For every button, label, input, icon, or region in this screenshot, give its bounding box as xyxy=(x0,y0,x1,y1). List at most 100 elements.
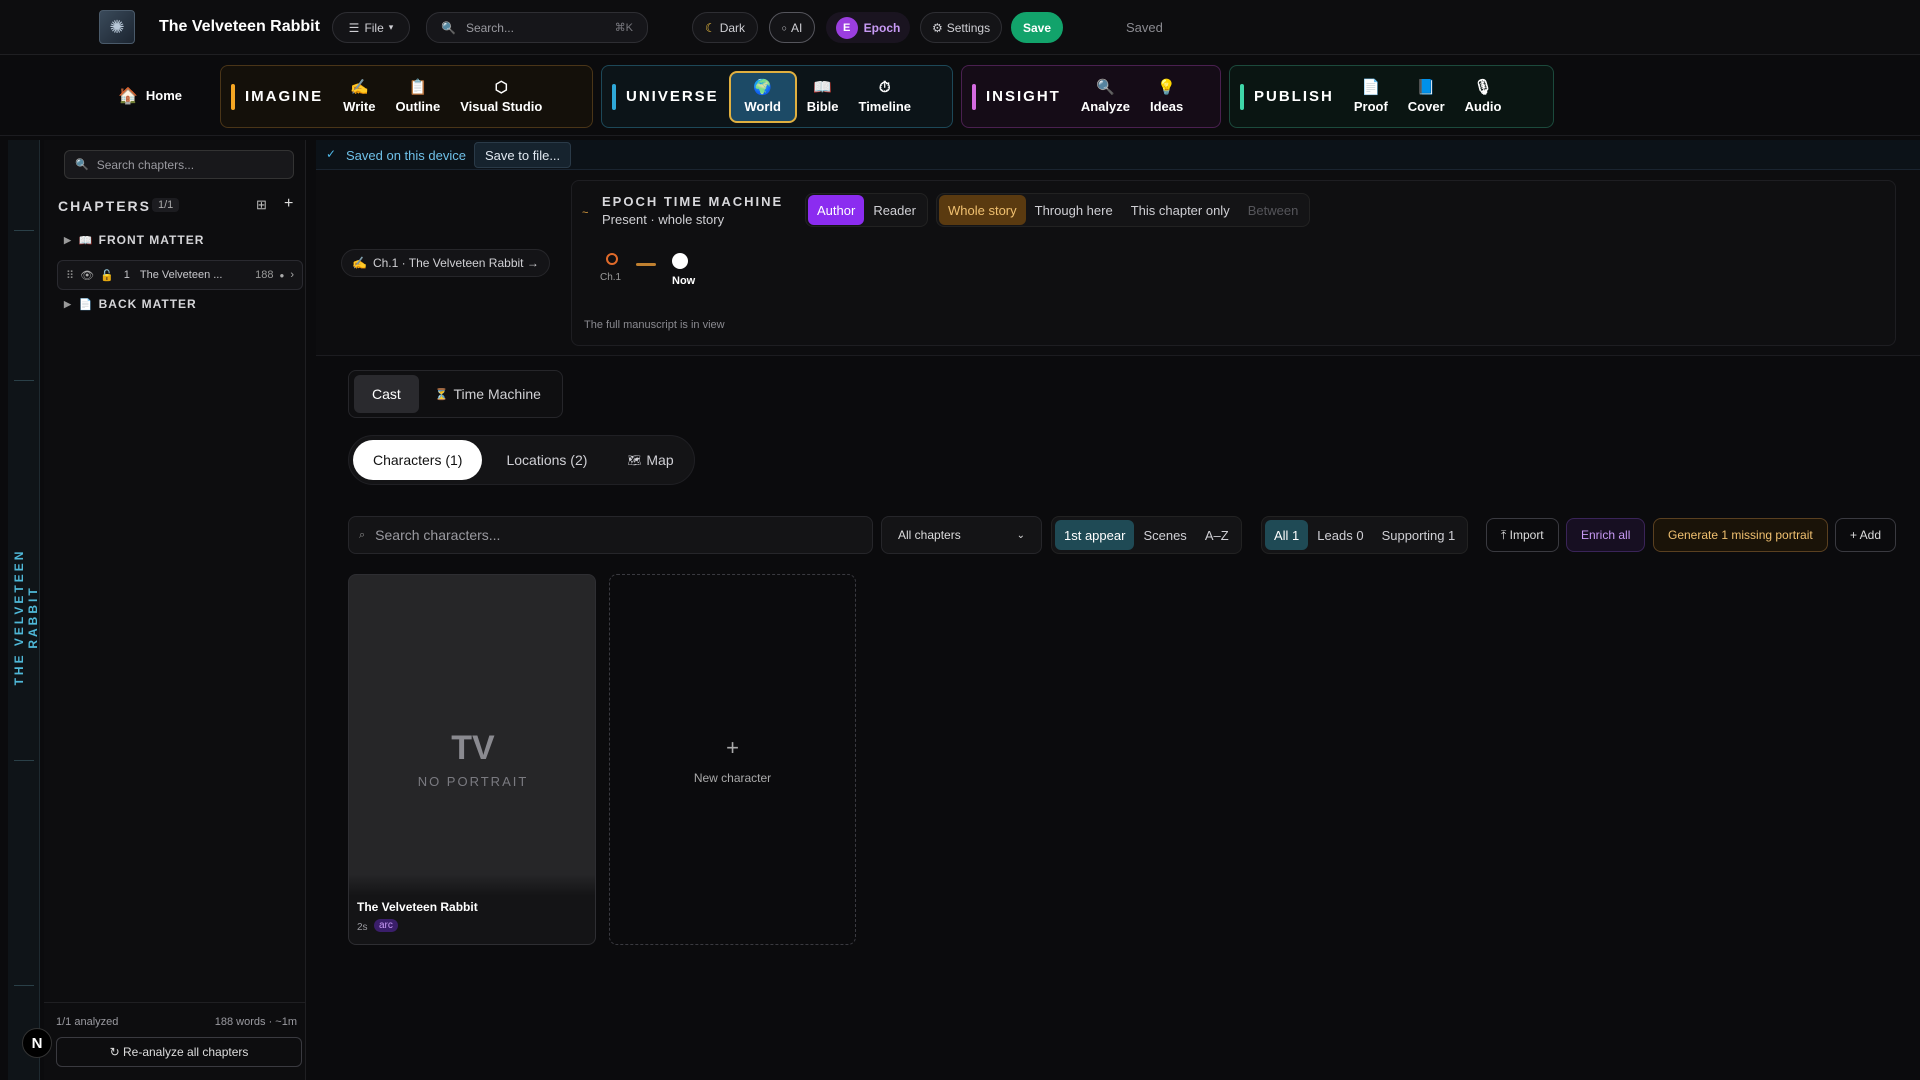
timeline-now-label: Now xyxy=(672,275,696,287)
front-matter-section[interactable]: ▶ 📖 FRONT MATTER xyxy=(64,233,204,247)
back-matter-section[interactable]: ▶ 📄 BACK MATTER xyxy=(64,297,197,311)
chapter-filter-select[interactable]: All chapters ⌄ xyxy=(881,516,1042,554)
house-icon: 🏠 xyxy=(118,87,138,105)
word-count-summary: 188 words · ~1m xyxy=(214,1016,297,1028)
role-filter: All 1 Leads 0 Supporting 1 xyxy=(1261,516,1469,554)
cast-subtabs: Characters (1) Locations (2) 🗺 Map xyxy=(348,435,695,485)
global-search-input[interactable]: 🔍 Search... ⌘K xyxy=(426,12,648,43)
scene-count: 2s xyxy=(357,922,368,933)
nav-timeline[interactable]: ⏱ Timeline xyxy=(848,70,921,123)
mode-reader[interactable]: Reader xyxy=(864,195,925,225)
no-portrait-label: NO PORTRAIT xyxy=(417,774,529,789)
timeline-now-marker[interactable] xyxy=(672,253,688,269)
spine-divider xyxy=(14,230,34,231)
nav-group-imagine: IMAGINE ✍ Write 📋 Outline ⬡ Visual Studio xyxy=(220,65,593,128)
chevron-down-icon: ⌄ xyxy=(1016,529,1025,541)
filter-all[interactable]: All 1 xyxy=(1265,520,1309,550)
chapter-row[interactable]: ⠿ 👁 🔓 1 The Velveteen ... 188 ● › xyxy=(57,260,303,290)
nav-bible[interactable]: 📖 Bible xyxy=(797,70,849,123)
add-character-button[interactable]: + Add xyxy=(1835,518,1897,552)
nav-proof[interactable]: 📄 Proof xyxy=(1344,70,1398,123)
new-character-card[interactable]: + New character xyxy=(609,574,856,945)
chapter-context-chip[interactable]: ✍ Ch.1 · The Velveteen Rabbit → xyxy=(341,249,550,277)
filter-supporting[interactable]: Supporting 1 xyxy=(1373,520,1465,550)
spine-divider xyxy=(14,985,34,986)
save-button[interactable]: Save xyxy=(1011,12,1063,43)
timeline-start-marker[interactable] xyxy=(606,253,618,265)
eye-icon[interactable]: 👁 xyxy=(80,269,94,282)
book-icon: 📖 xyxy=(78,234,93,247)
nav-outline[interactable]: 📋 Outline xyxy=(385,70,450,123)
writing-hand-icon: ✍ xyxy=(352,256,367,270)
settings-button[interactable]: ⚙ Settings xyxy=(920,12,1002,43)
enrich-all-button[interactable]: Enrich all xyxy=(1566,518,1646,552)
nav-world[interactable]: 🌍 World xyxy=(728,70,797,123)
book-spine-rail[interactable]: THE VELVETEEN RABBIT xyxy=(8,140,40,1080)
nav-ideas[interactable]: 💡 Ideas xyxy=(1140,70,1193,123)
dark-mode-toggle[interactable]: ☾ Dark xyxy=(692,12,758,43)
check-icon: ✓ xyxy=(326,147,337,161)
nav-visual-studio[interactable]: ⬡ Visual Studio xyxy=(450,70,552,123)
character-search-input[interactable]: ⌕ Search characters... xyxy=(348,516,873,554)
file-menu-button[interactable]: ☰ File ▾ xyxy=(332,12,410,43)
nav-write[interactable]: ✍ Write xyxy=(333,70,385,123)
nav-group-insight: INSIGHT 🔍 Analyze 💡 Ideas xyxy=(961,65,1221,128)
add-chapter-icon[interactable]: + xyxy=(284,195,293,213)
chapters-sidebar: 🔍 Search chapters... CHAPTERS 1/1 ⊞ + ▶ … xyxy=(44,140,306,1080)
app-logo[interactable]: ✺ xyxy=(99,10,135,44)
range-whole-story[interactable]: Whole story xyxy=(939,195,1026,225)
mode-author[interactable]: Author xyxy=(808,195,865,225)
save-status: Saved xyxy=(1126,20,1163,35)
book-icon: 📖 xyxy=(813,78,832,96)
search-icon: ⌕ xyxy=(359,528,366,541)
group-accent xyxy=(1240,83,1244,110)
subtab-locations[interactable]: Locations (2) xyxy=(482,440,611,480)
caret-right-icon: ▶ xyxy=(64,298,71,309)
spine-divider xyxy=(14,760,34,761)
lock-icon[interactable]: 🔓 xyxy=(100,269,114,282)
range-toggle: Whole story Through here This chapter on… xyxy=(936,193,1311,227)
document-icon: 📄 xyxy=(1361,78,1381,96)
chapter-title: The Velveteen ... xyxy=(139,269,223,281)
hexagon-icon: ⬡ xyxy=(494,78,508,96)
gear-icon: ⚙ xyxy=(931,20,943,35)
chapter-search-input[interactable]: 🔍 Search chapters... xyxy=(64,150,294,179)
main-tabs: Cast ⏳ Time Machine xyxy=(348,370,563,418)
hourglass-icon: ⏳ xyxy=(434,388,449,401)
range-between[interactable]: Between xyxy=(1239,195,1308,225)
chevron-right-icon[interactable]: › xyxy=(290,269,294,281)
filter-leads[interactable]: Leads 0 xyxy=(1308,520,1372,550)
time-machine-subtitle: Present · whole story xyxy=(602,212,725,227)
character-name: The Velveteen Rabbit xyxy=(357,900,478,914)
home-button[interactable]: 🏠 Home xyxy=(108,69,192,122)
tab-time-machine[interactable]: ⏳ Time Machine xyxy=(419,375,557,413)
user-avatar[interactable]: N xyxy=(22,1028,52,1058)
search-icon: 🔍 xyxy=(75,159,89,171)
tab-cast[interactable]: Cast xyxy=(354,375,419,413)
subtab-map[interactable]: 🗺 Map xyxy=(611,440,689,480)
sort-first-appear[interactable]: 1st appear xyxy=(1055,520,1135,550)
subtab-characters[interactable]: Characters (1) xyxy=(353,440,483,480)
character-card[interactable]: TV NO PORTRAIT The Velveteen Rabbit 2s a… xyxy=(348,574,596,945)
range-through-here[interactable]: Through here xyxy=(1026,195,1122,225)
grid-view-icon[interactable]: ⊞ xyxy=(256,197,267,213)
group-accent xyxy=(612,83,616,110)
generate-portrait-button[interactable]: Generate 1 missing portrait xyxy=(1653,518,1828,552)
sort-alpha[interactable]: A–Z xyxy=(1196,520,1238,550)
save-to-file-button[interactable]: Save to file... xyxy=(474,142,572,168)
sort-scenes[interactable]: Scenes xyxy=(1134,520,1195,550)
lightbulb-icon: 💡 xyxy=(1157,78,1176,96)
ai-toggle[interactable]: ○ AI xyxy=(769,12,815,43)
drag-handle-icon[interactable]: ⠿ xyxy=(66,269,74,282)
nav-cover[interactable]: 📘 Cover xyxy=(1398,70,1455,123)
magnifier-icon: 🔍 xyxy=(1096,78,1115,96)
reanalyze-button[interactable]: ↻ Re-analyze all chapters xyxy=(56,1037,302,1067)
chapter-number: 1 xyxy=(123,269,130,281)
cover-icon: 📘 xyxy=(1416,78,1436,96)
range-this-chapter[interactable]: This chapter only xyxy=(1122,195,1239,225)
nav-group-publish: PUBLISH 📄 Proof 📘 Cover 🎙 Audio xyxy=(1229,65,1554,128)
import-button[interactable]: ⤒ Import xyxy=(1486,518,1559,552)
epoch-button[interactable]: E Epoch xyxy=(826,12,910,43)
nav-audio[interactable]: 🎙 Audio xyxy=(1455,70,1512,123)
nav-analyze[interactable]: 🔍 Analyze xyxy=(1071,70,1140,123)
